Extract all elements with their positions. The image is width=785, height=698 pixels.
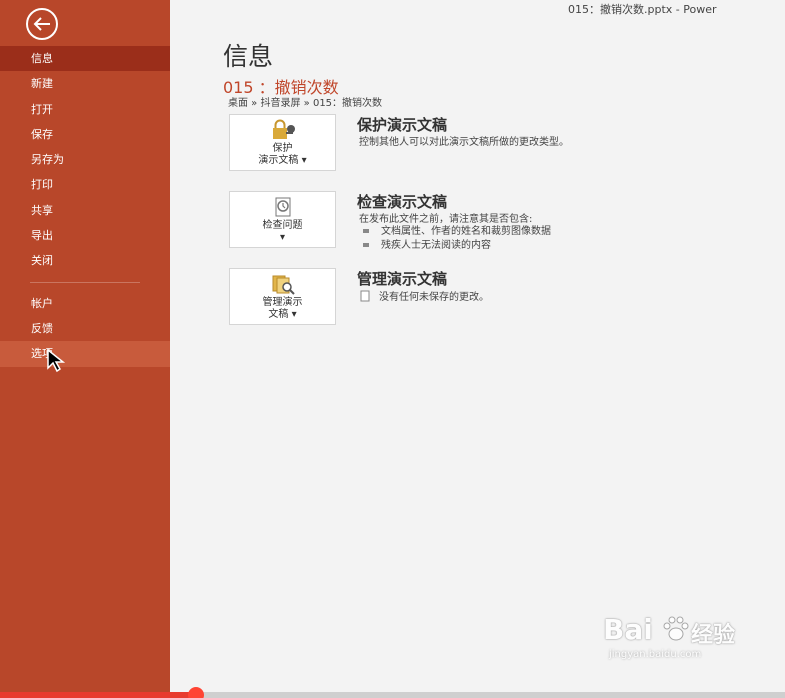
watermark-brand: Bai <box>603 613 653 646</box>
protect-section-description: 控制其他人可以对此演示文稿所做的更改类型。 <box>359 137 569 148</box>
menu-item-new[interactable]: 新建 <box>0 71 170 96</box>
video-progress-handle[interactable] <box>188 687 205 698</box>
menu-item-feedback[interactable]: 反馈 <box>0 316 170 341</box>
manage-versions-icon <box>272 275 295 295</box>
unsaved-status: 没有任何未保存的更改。 <box>359 288 489 303</box>
protect-section-title: 保护演示文稿 <box>357 116 448 134</box>
paw-icon <box>663 616 689 641</box>
menu-item-save[interactable]: 保存 <box>0 122 170 147</box>
inspect-bullet-list: 文档属性、作者的姓名和裁剪图像数据 残疾人士无法阅读的内容 <box>363 222 551 251</box>
manage-presentation-button[interactable]: 管理演示 文稿 ▾ <box>229 268 336 325</box>
menu-item-close[interactable]: 关闭 <box>0 248 170 273</box>
menu-item-save-as[interactable]: 另存为 <box>0 147 170 172</box>
watermark-brand-cn: 经验 <box>691 623 736 648</box>
menu-item-info[interactable]: 信息 <box>0 46 170 72</box>
video-progress-bar[interactable] <box>0 687 785 698</box>
backstage-menu: 信息 新建 打开 保存 另存为 打印 共享 导出 关闭 帐户 反馈 选项 <box>0 46 170 367</box>
menu-item-options[interactable]: 选项 <box>0 341 170 367</box>
check-issues-label: 检查问题 ▾ <box>262 219 303 243</box>
window-title: 015：撤销次数.pptx - Power <box>568 3 717 16</box>
back-button[interactable] <box>26 8 58 40</box>
menu-item-export[interactable]: 导出 <box>0 223 170 248</box>
menu-item-account[interactable]: 帐户 <box>0 291 170 316</box>
baidu-jingyan-watermark: Bai 经验 jingyan.baidu.com <box>603 613 748 663</box>
menu-item-share[interactable]: 共享 <box>0 198 170 223</box>
protect-presentation-button[interactable]: 保护 演示文稿 ▾ <box>229 114 336 171</box>
list-item: 文档属性、作者的姓名和裁剪图像数据 <box>363 222 551 237</box>
watermark-url: jingyan.baidu.com <box>609 649 702 660</box>
file-path-breadcrumb: 桌面 » 抖音录屏 » 015：撤销次数 <box>228 98 383 109</box>
inspect-section-title: 检查演示文稿 <box>357 193 448 211</box>
video-progress-fill <box>0 692 197 698</box>
unsaved-status-text: 没有任何未保存的更改。 <box>379 292 489 303</box>
menu-divider <box>30 281 140 283</box>
backstage-sidebar: 信息 新建 打开 保存 另存为 打印 共享 导出 关闭 帐户 反馈 选项 <box>0 0 170 692</box>
manage-presentation-label: 管理演示 文稿 ▾ <box>262 296 303 320</box>
page-title: 信息 <box>223 42 274 71</box>
menu-item-open[interactable]: 打开 <box>0 97 170 122</box>
inspect-document-icon <box>275 197 290 216</box>
menu-item-print[interactable]: 打印 <box>0 172 170 197</box>
mouse-cursor-icon <box>47 349 66 373</box>
document-icon <box>360 290 370 301</box>
check-issues-button[interactable]: 检查问题 ▾ <box>229 191 336 248</box>
lock-key-icon <box>272 119 295 139</box>
protect-button-label: 保护 演示文稿 ▾ <box>258 142 307 166</box>
manage-section-title: 管理演示文稿 <box>357 270 448 288</box>
back-arrow-icon <box>33 17 50 31</box>
list-item: 残疾人士无法阅读的内容 <box>363 236 551 251</box>
